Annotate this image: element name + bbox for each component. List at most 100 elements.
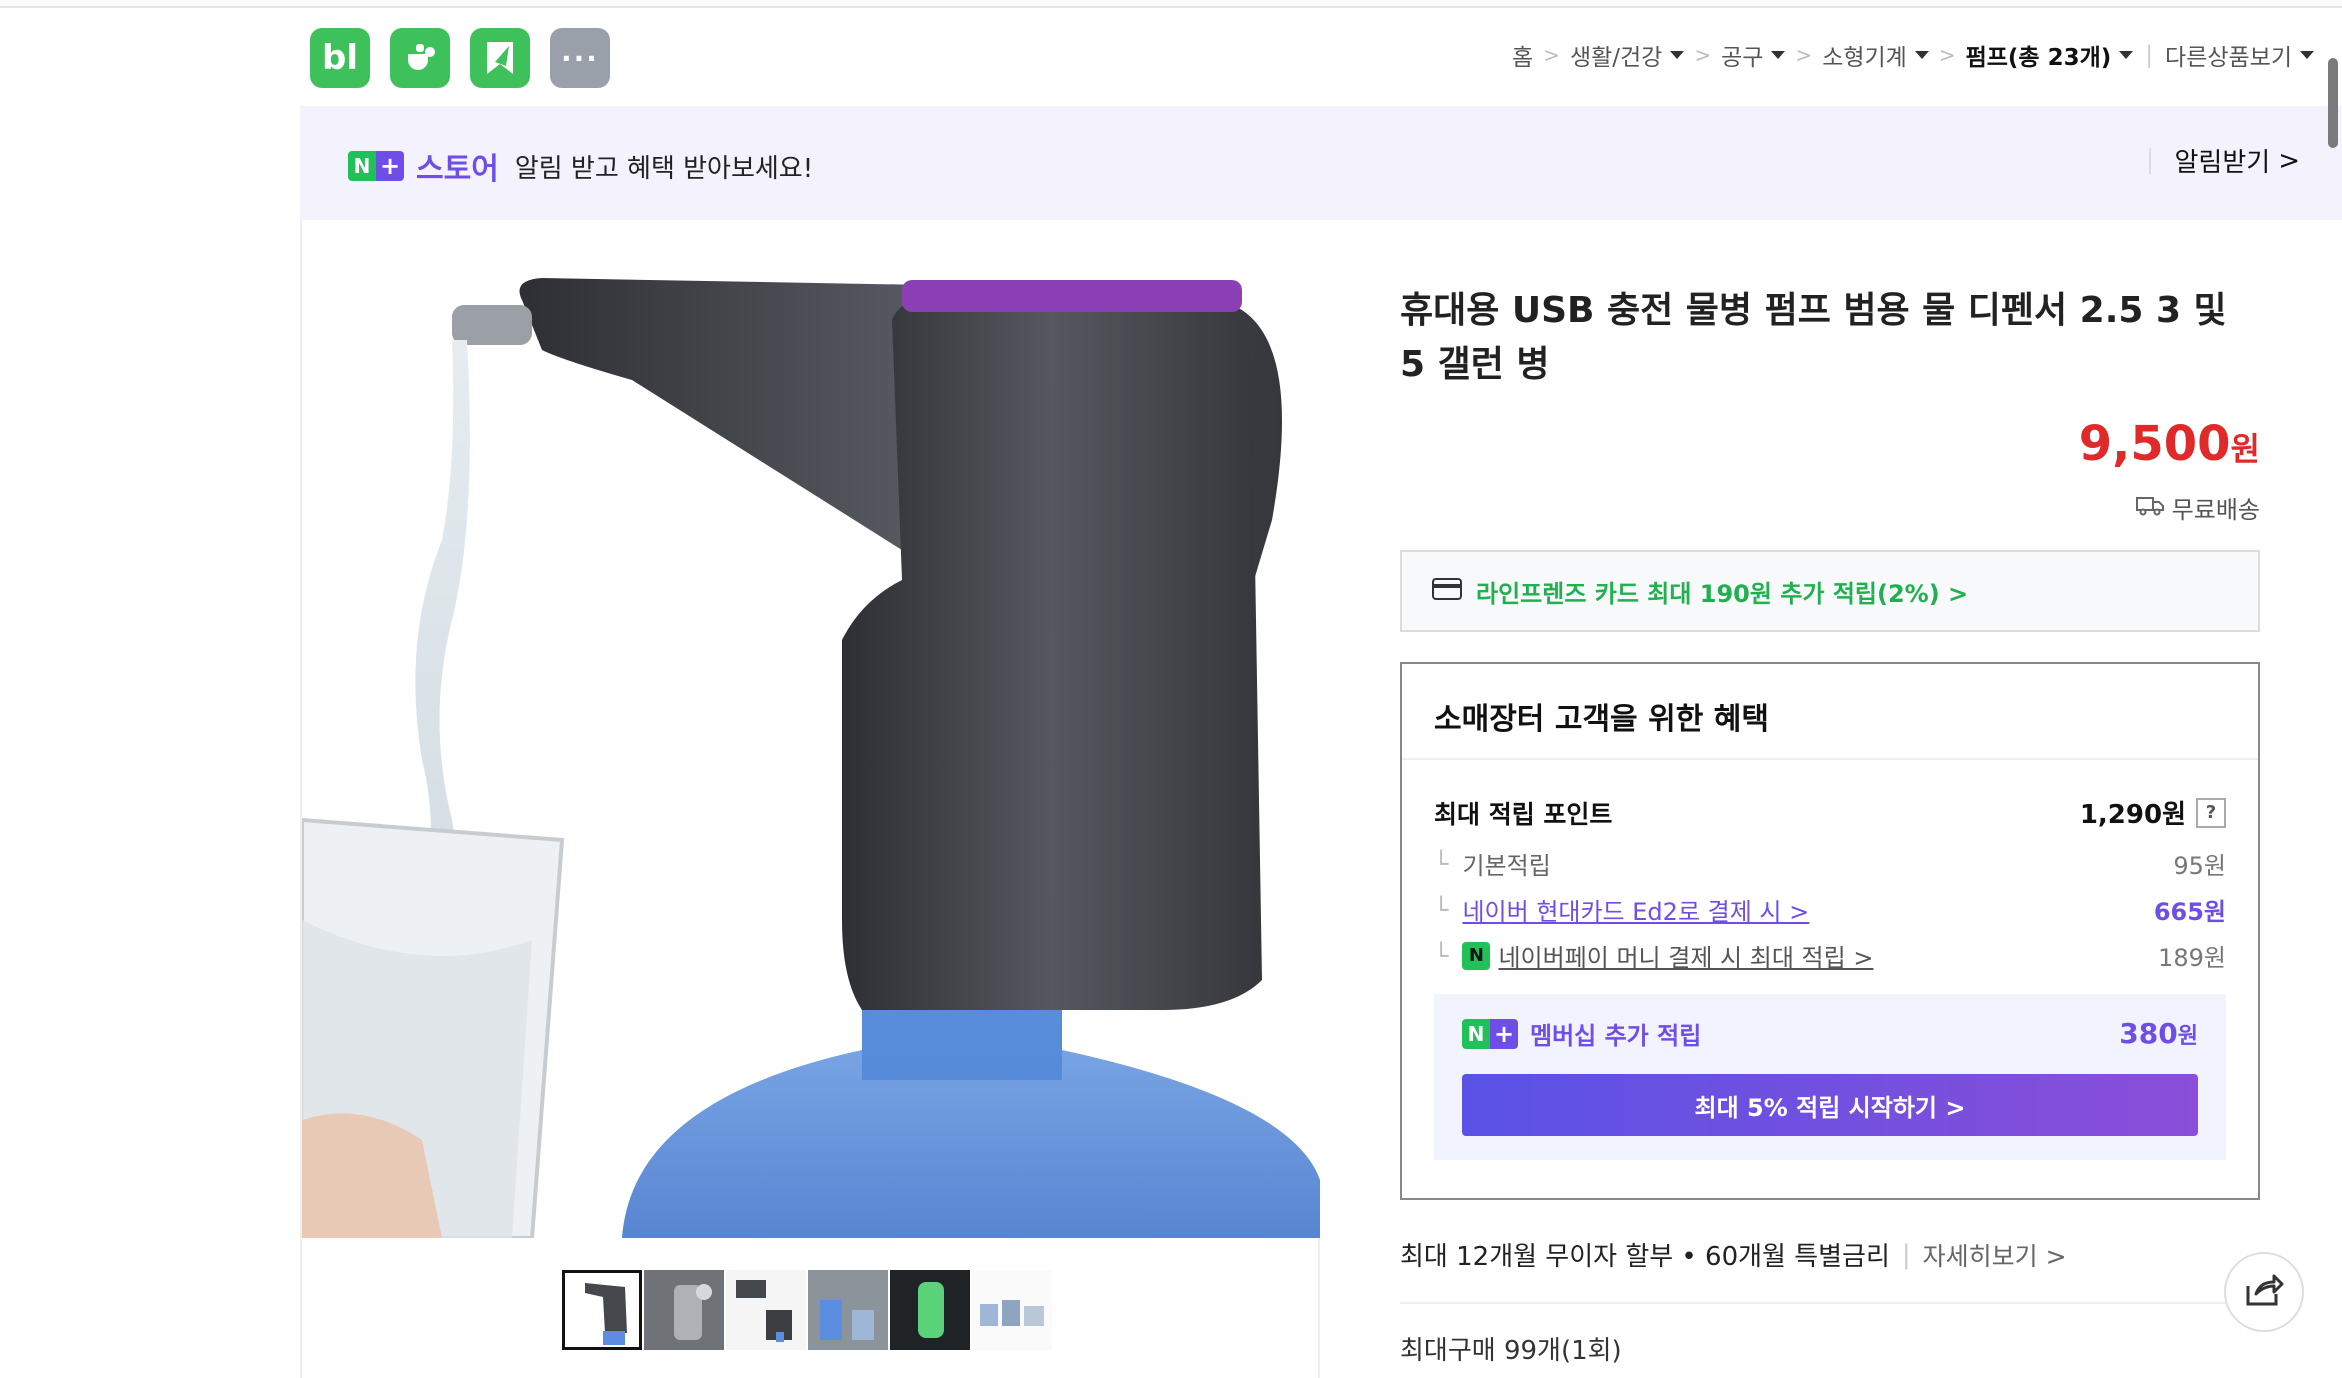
bookmark-icon[interactable] — [470, 28, 530, 88]
breadcrumb-category-1[interactable]: 생활/건강 — [1570, 38, 1662, 72]
hyundai-card-points-value: 665원 — [2153, 898, 2226, 926]
max-points-row: 최대 적립 포인트 1,290원 ? — [1434, 794, 2226, 831]
breadcrumb-category-2[interactable]: 공구 — [1721, 38, 1763, 72]
main-product-image[interactable] — [302, 220, 1320, 1238]
alert-subscribe-button[interactable]: 알림받기 > — [2148, 142, 2300, 179]
start-membership-button[interactable]: 최대 5% 적립 시작하기 > — [1462, 1074, 2198, 1136]
npay-icon: N — [1462, 941, 1491, 970]
shipping-label: 무료배송 — [2171, 496, 2260, 524]
points-row-basic: └ 기본적립 95원 — [1434, 846, 2226, 881]
naver-plus-badge: N + — [1462, 1018, 1518, 1049]
thumbnail-6[interactable] — [972, 1270, 1052, 1350]
points-row-label: └ 기본적립 — [1434, 846, 1551, 881]
installment-text: 최대 12개월 무이자 할부 • 60개월 특별금리 — [1400, 1242, 1890, 1272]
thumbnail-1[interactable] — [562, 1270, 642, 1350]
shipping-info: 무료배송 — [2135, 490, 2260, 525]
banner-divider — [2148, 147, 2151, 174]
membership-section: N + 멤버십 추가 적립 380원 최대 5% 적립 시작하기 > — [1434, 994, 2226, 1160]
more-icon-label: ··· — [561, 41, 599, 75]
card-icon — [1432, 578, 1462, 604]
caret-down-icon[interactable] — [2300, 51, 2314, 59]
breadcrumb-category-3[interactable]: 소형기계 — [1822, 38, 1907, 72]
tree-branch-icon: └ — [1434, 849, 1449, 878]
thumbnail-4[interactable] — [808, 1270, 888, 1350]
thumbnail-strip — [562, 1270, 1052, 1350]
scrollbar-thumb[interactable] — [2328, 58, 2338, 148]
thumbnail-3[interactable] — [726, 1270, 806, 1350]
share-button[interactable] — [2224, 1252, 2304, 1332]
breadcrumb-category-4[interactable]: 펌프(총 23개) — [1966, 38, 2112, 72]
points-row-label: └ N 네이버페이 머니 결제 시 최대 적립 > — [1434, 938, 1873, 973]
help-icon[interactable]: ? — [2196, 797, 2226, 828]
basic-points-label: 기본적립 — [1462, 852, 1551, 880]
max-points-value-wrap: 1,290원 ? — [2080, 794, 2226, 831]
breadcrumb-home[interactable]: 홈 — [1512, 38, 1533, 72]
caret-down-icon[interactable] — [2119, 51, 2134, 59]
price-value: 9,500 — [2078, 416, 2231, 472]
breadcrumb-separator: > — [1694, 43, 1712, 67]
breadcrumb-separator: > — [1795, 43, 1813, 67]
breadcrumb-divider: | — [2145, 42, 2154, 68]
membership-value: 380 — [2119, 1017, 2178, 1050]
breadcrumb-separator: > — [1543, 43, 1560, 67]
header: bl ··· 홈 > 생활/건강 > 공구 > 소형기계 > 펌프(총 23개)… — [300, 8, 2342, 106]
points-row-hyundai-card: └ 네이버 현대카드 Ed2로 결제 시 > 665원 — [1434, 892, 2226, 927]
thumbnail-5[interactable] — [890, 1270, 970, 1350]
share-icon — [2244, 1272, 2284, 1312]
naver-plus-badge: N + — [348, 151, 404, 181]
product-gallery — [300, 220, 1320, 1378]
benefit-box: 소매장터 고객을 위한 혜택 최대 적립 포인트 1,290원 ? └ 기본적립 … — [1400, 662, 2260, 1200]
blog-icon[interactable]: bl — [310, 28, 370, 88]
other-products-link[interactable]: 다른상품보기 — [2165, 38, 2292, 72]
caret-down-icon[interactable] — [1670, 51, 1685, 59]
hyundai-card-link[interactable]: 네이버 현대카드 Ed2로 결제 시 > — [1462, 892, 1809, 927]
plus-icon: + — [1490, 1018, 1518, 1049]
chevron-right-icon: > — [2278, 145, 2300, 176]
browser-top-border — [0, 0, 2342, 8]
cafe-icon[interactable] — [390, 28, 450, 88]
breadcrumb-separator: > — [1938, 43, 1956, 67]
card-promo-text: 라인프렌즈 카드 최대 190원 추가 적립(2%) > — [1476, 579, 1969, 608]
membership-label: 멤버십 추가 적립 — [1530, 1022, 1702, 1050]
installment-info: 최대 12개월 무이자 할부 • 60개월 특별금리 | 자세히보기 > — [1400, 1236, 2067, 1273]
benefit-heading: 소매장터 고객을 위한 혜택 — [1402, 664, 2258, 760]
membership-label-wrap: N + 멤버십 추가 적립 — [1462, 1016, 1701, 1051]
banner-message: 알림 받고 혜택 받아보세요! — [514, 153, 814, 184]
caret-down-icon[interactable] — [1914, 51, 1929, 59]
npay-points-value: 189원 — [2158, 944, 2226, 972]
points-row-npay: └ N 네이버페이 머니 결제 시 최대 적립 > 189원 — [1434, 938, 2226, 973]
product-info: 휴대용 USB 충전 물병 펌프 범용 물 디펜서 2.5 3 및 5 갤런 병… — [1400, 220, 2260, 1378]
max-points-value: 1,290원 — [2079, 800, 2186, 830]
membership-row: N + 멤버십 추가 적립 380원 — [1462, 1016, 2198, 1051]
tree-branch-icon: └ — [1434, 941, 1449, 970]
more-icon[interactable]: ··· — [550, 28, 610, 88]
banner-store-label: 스토어 — [416, 152, 499, 187]
price-unit: 원 — [2230, 430, 2260, 468]
installment-details-link[interactable]: 자세히보기 > — [1923, 1237, 2067, 1273]
membership-unit: 원 — [2177, 1024, 2198, 1049]
thumbnail-2[interactable] — [644, 1270, 724, 1350]
tree-branch-icon: └ — [1434, 895, 1449, 924]
max-purchase-text: 최대구매 99개(1회) — [1400, 1336, 1622, 1366]
basic-points-value: 95원 — [2173, 852, 2226, 880]
card-promo-button[interactable]: 라인프렌즈 카드 최대 190원 추가 적립(2%) > — [1400, 550, 2260, 632]
section-divider — [1400, 1302, 2260, 1304]
product-page: bl ··· 홈 > 생활/건강 > 공구 > 소형기계 > 펌프(총 23개)… — [300, 8, 2342, 1378]
installment-divider: | — [1901, 1239, 1911, 1270]
npay-money-link[interactable]: 네이버페이 머니 결제 시 최대 적립 > — [1498, 938, 1873, 973]
membership-value-wrap: 380원 — [2119, 1017, 2198, 1050]
blog-icon-label: bl — [322, 38, 358, 78]
caret-down-icon[interactable] — [1771, 51, 1786, 59]
max-points-label: 최대 적립 포인트 — [1434, 799, 1613, 829]
alert-subscribe-label: 알림받기 — [2174, 148, 2271, 178]
truck-icon — [2135, 494, 2164, 522]
naver-n-icon: N — [348, 151, 376, 181]
store-alert-banner: N + 스토어 알림 받고 혜택 받아보세요! 알림받기 > — [300, 106, 2342, 220]
price: 9,500원 — [2079, 416, 2260, 472]
page-scrollbar[interactable] — [2322, 48, 2342, 158]
product-title: 휴대용 USB 충전 물병 펌프 범용 물 디펜서 2.5 3 및 5 갤런 병 — [1400, 290, 2227, 385]
naver-n-icon: N — [1462, 1018, 1490, 1049]
points-row-label: └ 네이버 현대카드 Ed2로 결제 시 > — [1434, 892, 1809, 927]
app-icons: bl ··· — [310, 28, 610, 88]
plus-icon: + — [376, 151, 404, 181]
